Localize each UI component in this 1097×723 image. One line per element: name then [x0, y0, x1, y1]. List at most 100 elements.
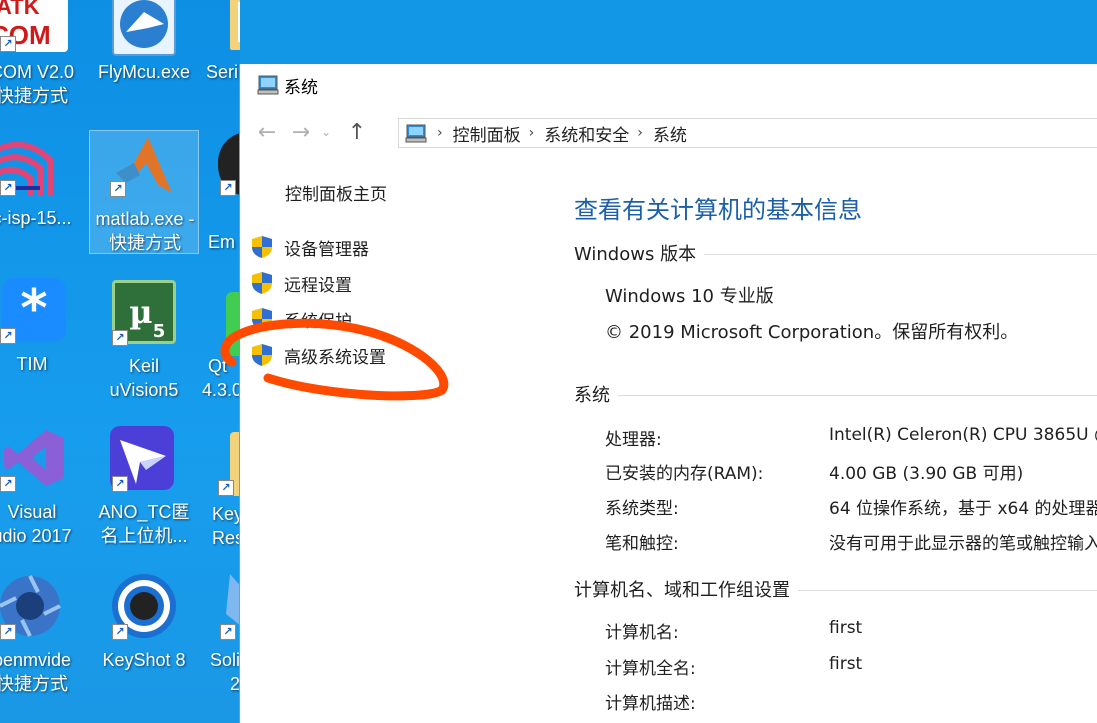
ram-value: 4.00 GB (3.90 GB 可用) — [829, 464, 1024, 484]
desktop-icon-label: 快捷方式 — [109, 233, 181, 253]
uac-shield-icon — [252, 236, 272, 258]
system-section: 系统 — [574, 381, 1097, 407]
svg-text:µ: µ — [129, 293, 152, 331]
windows-edition-value: Windows 10 专业版 — [605, 286, 774, 307]
desktop-icon-keil[interactable]: µ 5 ↗ Keil uVision5 — [92, 280, 196, 400]
desktop-icon-isp[interactable]: ↗ c-isp-15... — [0, 130, 84, 240]
desktop-icon-label: 4.3.0 — [202, 380, 240, 400]
system-type-value: 64 位操作系统，基于 x64 的处理器 — [829, 499, 1097, 519]
window-title: 系统 — [284, 77, 318, 98]
uac-shield-icon — [252, 308, 272, 330]
desktop-icon-label: 2 — [230, 674, 240, 694]
desktop-icon-serial[interactable]: ⌖ Seri — [186, 0, 240, 90]
breadcrumb-system[interactable]: 系统 — [653, 121, 687, 146]
uac-shield-icon — [252, 344, 272, 366]
shortcut-arrow-icon: ↗ — [218, 480, 234, 496]
breadcrumb-control-panel[interactable]: 控制面板 — [453, 121, 521, 146]
desktop-icon-matlab[interactable]: ↗ matlab.exe - 快捷方式 — [89, 130, 199, 254]
shortcut-arrow-icon: ↗ — [112, 476, 128, 492]
arrow-left-icon: ← — [257, 119, 277, 145]
navigation-bar: ← → ⌄ ↑ › 控制面板 › 系统和安全 › 系统 — [240, 112, 1097, 152]
breadcrumb-system-security[interactable]: 系统和安全 — [544, 121, 629, 146]
arrow-up-icon: ↑ — [347, 119, 367, 145]
chevron-right-icon: › — [528, 125, 535, 141]
desktop-icon-label: matlab.exe - — [95, 209, 195, 229]
shortcut-arrow-icon: ↗ — [0, 476, 16, 492]
copyright-text: © 2019 Microsoft Corporation。保留所有权利。 — [605, 322, 1019, 343]
control-panel-home-link[interactable]: 控制面板主页 — [285, 180, 387, 205]
computer-icon — [257, 75, 279, 95]
desktop-icon-label: 快捷方式 — [0, 674, 68, 694]
flymcu-icon — [112, 0, 176, 56]
desktop-icon-label: Visual — [7, 502, 57, 522]
chevron-right-icon: › — [437, 125, 443, 141]
desktop-icon-keyres[interactable]: ↗ Key Res — [186, 430, 240, 554]
desktop-icon-label: Em — [208, 232, 235, 252]
desktop-icon-label: Res — [212, 528, 240, 548]
desktop-icon-label: 快捷方式 — [0, 86, 68, 106]
advanced-system-settings-link[interactable]: 高级系统设置 — [250, 341, 386, 369]
computer-name-value: first — [829, 618, 863, 638]
desktop-icon-label: penmvide — [0, 650, 72, 670]
desktop-icon-embedded[interactable]: ↗ Em — [186, 130, 240, 254]
desktop-icon-label: Qt — [208, 356, 228, 376]
desktop-icon-atk-com[interactable]: ATK COM ↗ COM V2.0 快捷方式 — [0, 0, 84, 110]
desktop-icon-visual-studio[interactable]: ↗ Visual udio 2017 — [0, 424, 84, 546]
page-title: 查看有关计算机的基本信息 — [574, 196, 862, 224]
shortcut-arrow-icon: ↗ — [112, 330, 128, 346]
desktop-icon-openmv[interactable]: ↗ penmvide 快捷方式 — [0, 572, 84, 702]
section-heading: 系统 — [574, 385, 618, 406]
device-manager-link[interactable]: 设备管理器 — [250, 233, 369, 261]
forward-button[interactable]: → — [286, 117, 316, 147]
svg-text:5: 5 — [153, 321, 166, 341]
remote-settings-label: 远程设置 — [284, 275, 352, 296]
computer-full-name-value: first — [829, 654, 863, 674]
computer-name-label: 计算机名: — [605, 623, 679, 643]
desktop-icon-label: uVision5 — [109, 380, 179, 400]
system-protection-link[interactable]: 系统保护 — [250, 305, 352, 333]
control-panel-icon — [405, 124, 427, 143]
advanced-system-settings-label: 高级系统设置 — [284, 347, 386, 368]
desktop-icon-ano-tc[interactable]: ↗ ANO_TC匿 名上位机... — [92, 426, 196, 550]
desktop-icon-label: Seri — [206, 62, 239, 82]
title-bar[interactable]: 系统 — [240, 64, 1097, 106]
address-bar[interactable]: › 控制面板 › 系统和安全 › 系统 — [398, 118, 1097, 148]
shortcut-arrow-icon: ↗ — [0, 624, 16, 640]
shortcut-arrow-icon: ↗ — [0, 180, 16, 196]
desktop-icon-flymcu[interactable]: FlyMcu.exe — [92, 0, 196, 90]
flymcu-svg — [120, 0, 168, 48]
desktop: ATK COM ↗ COM V2.0 快捷方式 ↗ c-isp-15... * … — [0, 0, 240, 723]
back-button[interactable]: ← — [252, 117, 282, 147]
desktop-icon-label: Keil — [128, 356, 159, 376]
uac-shield-icon — [252, 272, 272, 294]
svg-text:*: * — [20, 279, 47, 339]
remote-settings-link[interactable]: 远程设置 — [250, 269, 352, 297]
qt-icon — [226, 292, 240, 356]
shortcut-arrow-icon: ↗ — [110, 181, 126, 197]
desktop-icon-label: FlyMcu.exe — [97, 62, 191, 82]
desktop-icon-qt[interactable]: Qt 4.3.0 — [186, 290, 240, 414]
section-heading: 计算机名、域和工作组设置 — [574, 580, 798, 601]
processor-label: 处理器: — [605, 430, 662, 450]
desktop-icon-label: Soli — [210, 650, 240, 670]
chevron-down-icon: ⌄ — [320, 125, 332, 139]
desktop-icon-solidworks[interactable]: ↗ Soli 2 — [186, 572, 240, 696]
system-window: 系统 ← → ⌄ ↑ › 控制面板 › 系统和安全 › 系统 控制面板主页 设备… — [239, 64, 1097, 723]
computer-name-section: 计算机名、域和工作组设置 — [574, 576, 1097, 602]
windows-edition-section: Windows 版本 — [574, 240, 1097, 266]
desktop-icon-label: udio 2017 — [0, 526, 72, 546]
shortcut-arrow-icon: ↗ — [112, 624, 128, 640]
arrow-right-icon: → — [291, 119, 311, 145]
desktop-icon-tim[interactable]: * ↗ TIM — [0, 278, 84, 388]
chevron-right-icon: › — [637, 125, 643, 141]
recent-locations-button[interactable]: ⌄ — [316, 117, 336, 147]
svg-text:ATK: ATK — [0, 0, 40, 19]
processor-value: Intel(R) Celeron(R) CPU 3865U @ — [829, 425, 1097, 445]
shortcut-arrow-icon: ↗ — [0, 36, 16, 52]
desktop-icon-label: KeyShot 8 — [102, 650, 186, 670]
up-button[interactable]: ↑ — [342, 117, 372, 147]
computer-description-label: 计算机描述: — [605, 694, 696, 714]
system-protection-label: 系统保护 — [284, 311, 352, 332]
desktop-icon-keyshot[interactable]: ↗ KeyShot 8 — [92, 572, 196, 682]
shortcut-arrow-icon: ↗ — [220, 624, 236, 640]
